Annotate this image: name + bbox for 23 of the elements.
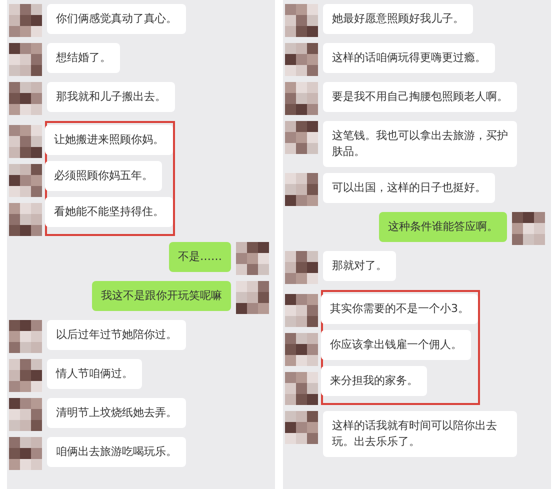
received-message-bubble: 必须照顾你妈五年。	[45, 161, 162, 191]
received-message-bubble: 其实你需要的不是一个小3。	[321, 294, 478, 324]
sent-message-bubble: 不是……	[169, 242, 231, 272]
received-message-bubble: 你应该拿出钱雇一个佣人。	[321, 330, 471, 360]
received-message-bubble: 来分担我的家务。	[321, 366, 427, 396]
received-message-bubble: 以后过年过节她陪你过。	[47, 320, 186, 350]
received-message-bubble: 情人节咱俩过。	[47, 359, 142, 389]
received-message-bubble: 要是我不用自己掏腰包照顾老人啊。	[323, 82, 517, 112]
received-message-bubble: 想结婚了。	[47, 43, 120, 73]
sent-message-bubble: 这种条件谁能答应啊。	[379, 212, 507, 242]
received-message-bubble: 咱俩出去旅游吃喝玩乐。	[47, 437, 186, 467]
received-message-bubble: 你们俩感觉真动了真心。	[47, 4, 186, 34]
received-message-bubble: 这笔钱。我也可以拿出去旅游，买护肤品。	[323, 121, 517, 167]
received-message-bubble: 她最好愿意照顾好我儿子。	[323, 4, 473, 34]
sent-message-bubble: 我这不是跟你开玩笑呢嘛	[92, 281, 231, 311]
received-message-bubble: 清明节上坟烧纸她去弄。	[47, 398, 186, 428]
received-message-bubble: 这样的话咱俩玩得更嗨更过瘾。	[323, 43, 495, 73]
received-message-bubble: 让她搬进来照顾你妈。	[45, 125, 173, 155]
received-message-bubble: 那我就和儿子搬出去。	[47, 82, 175, 112]
received-message-bubble: 这样的话我就有时间可以陪你出去玩。出去乐乐了。	[323, 411, 517, 457]
received-message-bubble: 看她能不能坚持得住。	[45, 197, 173, 227]
received-message-bubble: 可以出国，这样的日子也挺好。	[323, 173, 495, 203]
received-message-bubble: 那就对了。	[323, 251, 396, 281]
